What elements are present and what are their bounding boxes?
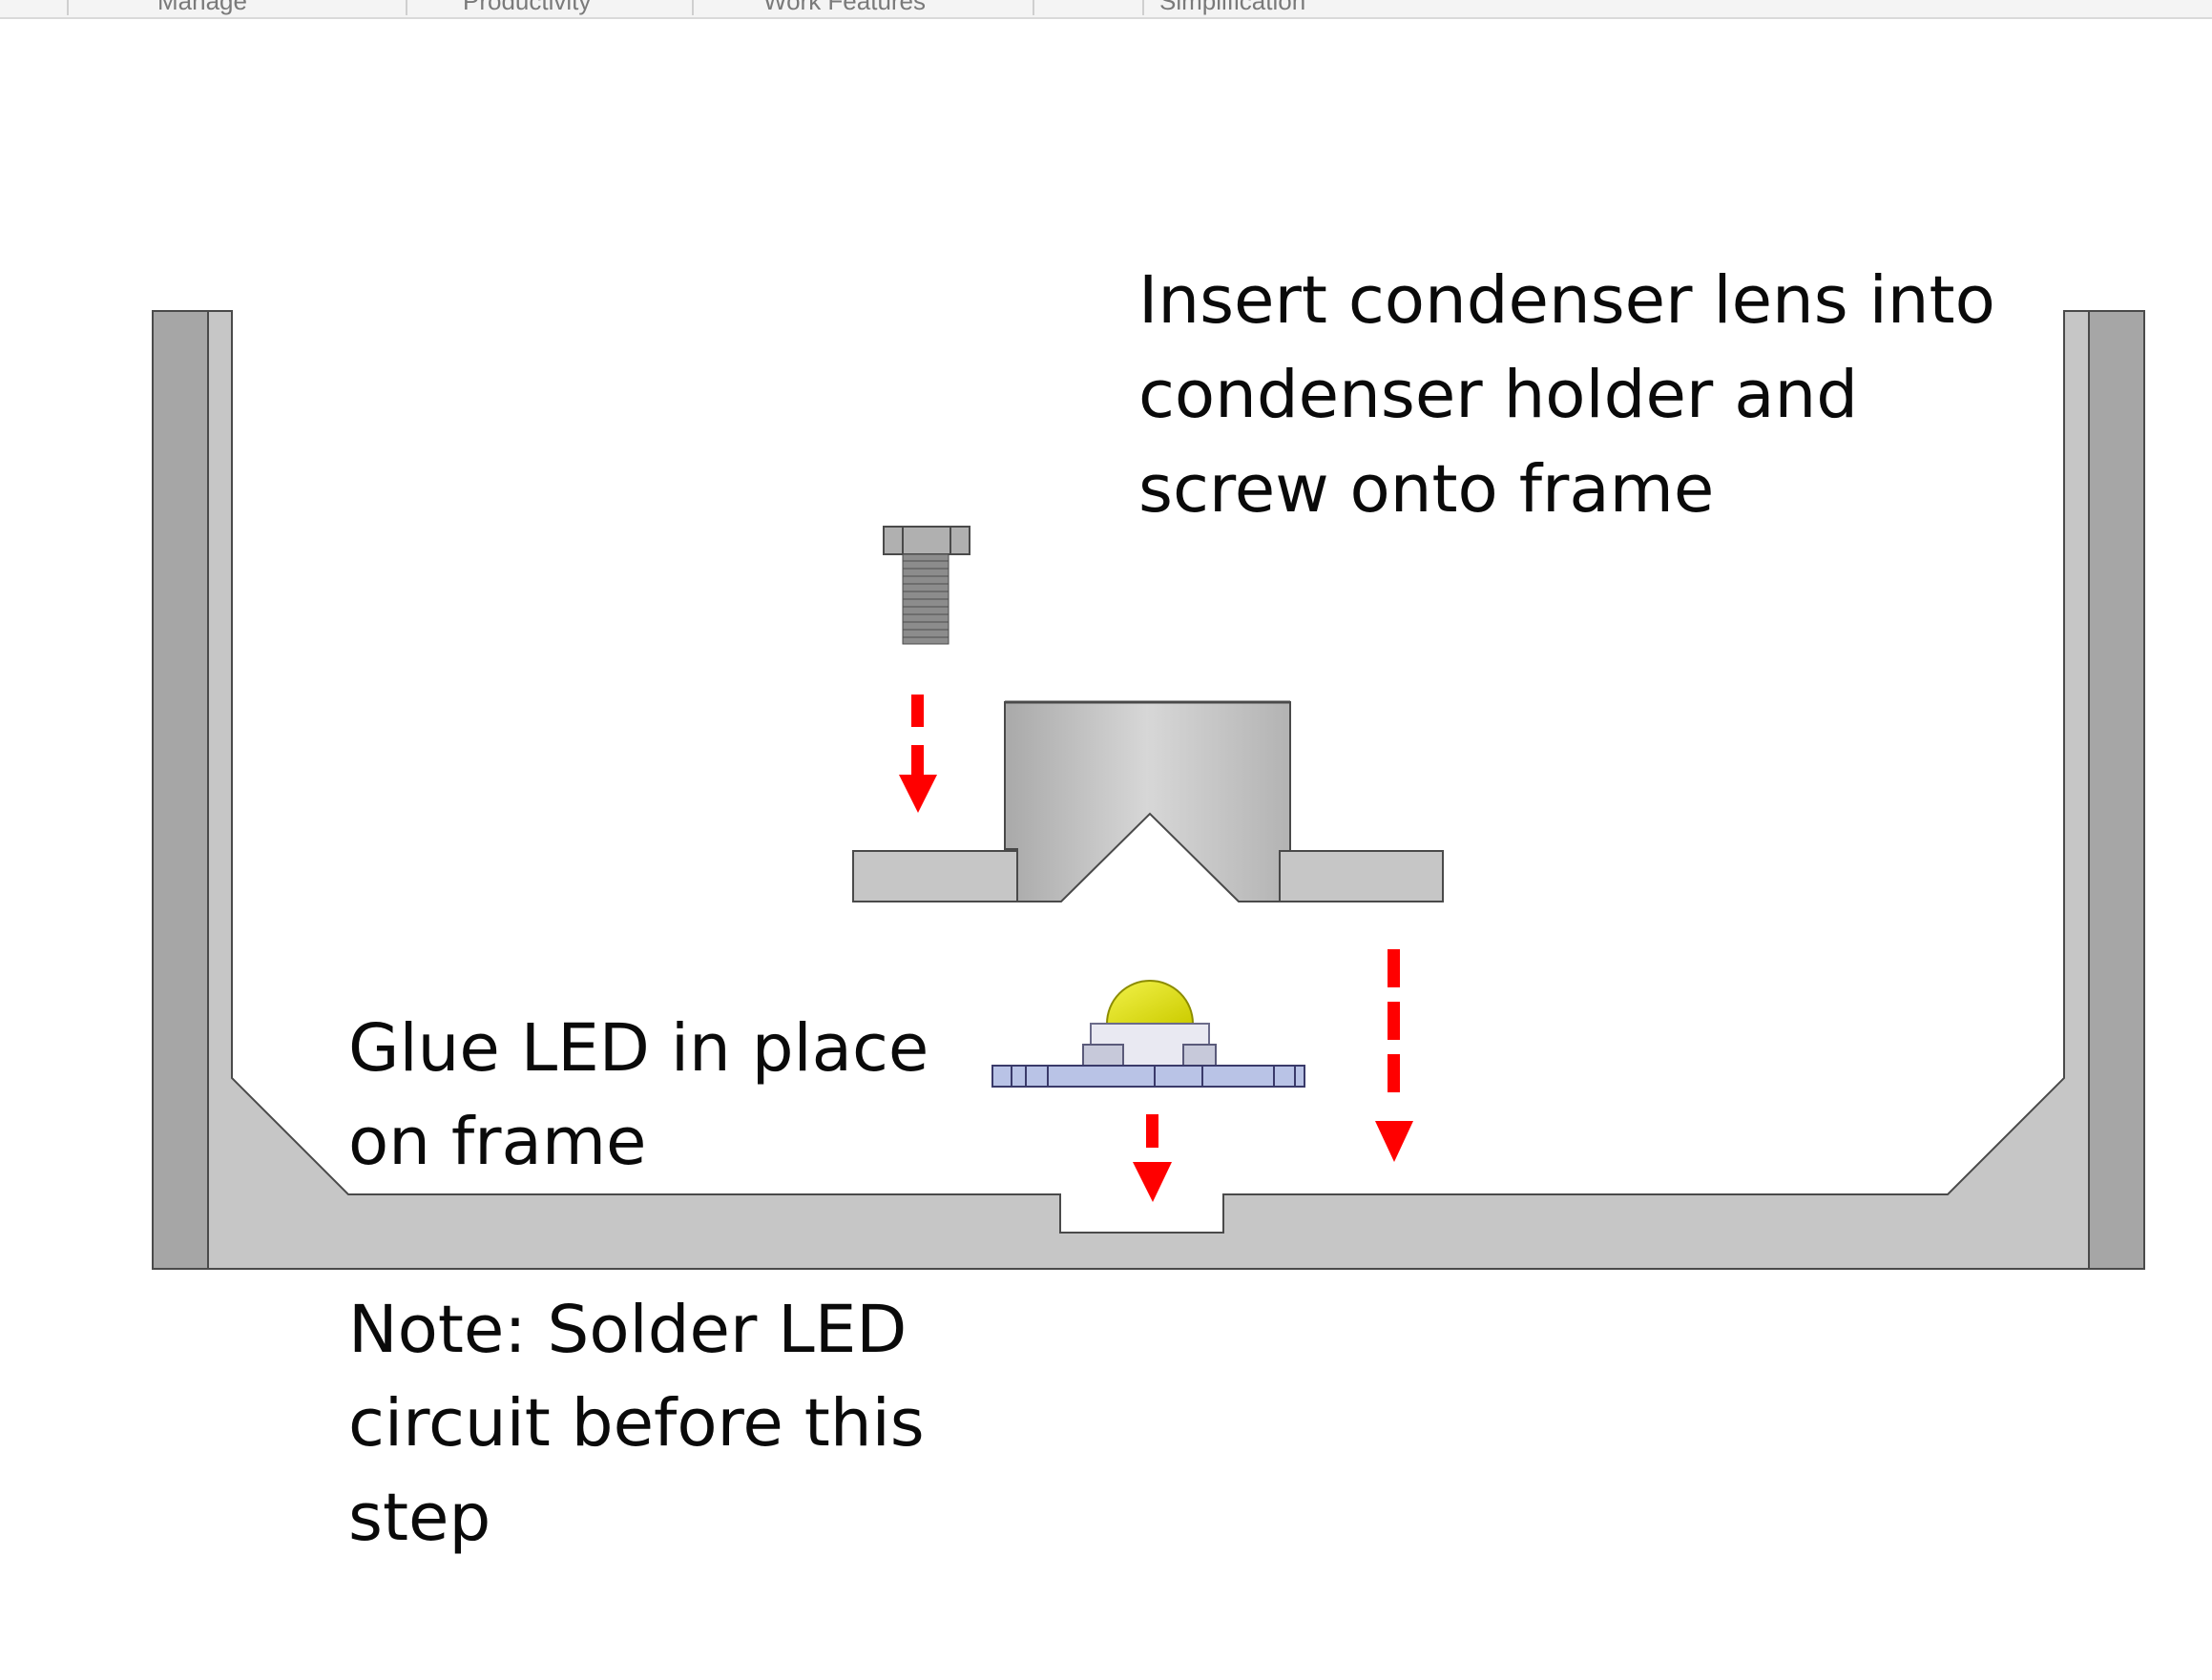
holder-flange-left	[852, 850, 1018, 902]
arrow-down-icon	[899, 695, 937, 813]
frame-left-edge	[152, 310, 209, 1270]
hex-bolt-icon	[883, 526, 970, 645]
condenser-instruction: Insert condenser lens into condenser hol…	[1138, 262, 2016, 528]
frame-right-edge	[2088, 310, 2145, 1270]
glue-instruction: Glue LED in place on frame	[348, 1010, 949, 1180]
assembly-diagram: Insert condenser lens into condenser hol…	[152, 262, 2145, 1556]
solder-note: Note: Solder LED circuit before this ste…	[348, 1292, 946, 1556]
holder-flange-right	[1279, 850, 1444, 902]
condenser-holder-icon	[852, 700, 1444, 902]
arrow-down-icon	[1133, 1114, 1172, 1202]
arrow-down-icon	[1375, 949, 1413, 1162]
led-icon	[991, 980, 1305, 1088]
